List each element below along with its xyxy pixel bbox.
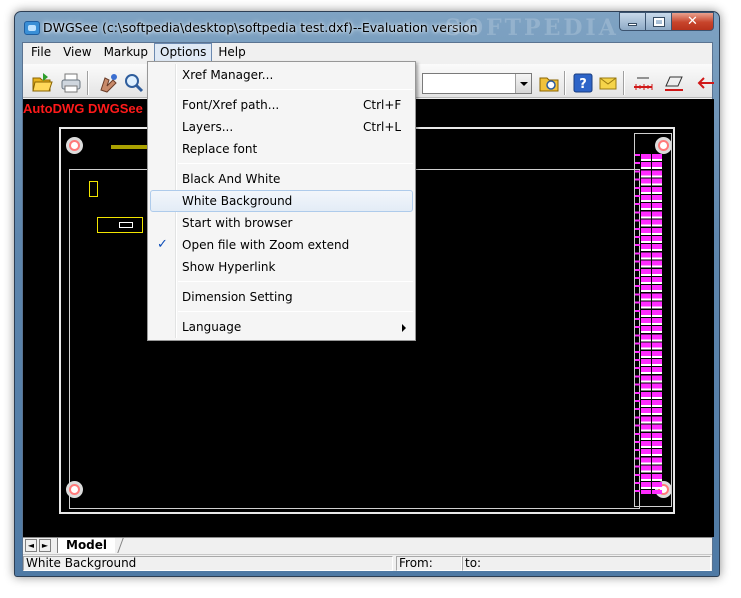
zoom-icon[interactable]	[123, 72, 145, 94]
status-message: White Background	[23, 556, 393, 571]
maximize-icon	[652, 16, 665, 27]
menu-item-replace-font[interactable]: Replace font	[150, 138, 413, 160]
svg-text:?: ?	[579, 77, 587, 92]
arrow-icon[interactable]	[694, 72, 716, 94]
brand-label: AutoDWG DWGSee	[23, 101, 143, 116]
submenu-arrow-icon	[402, 324, 406, 332]
menu-item-xref-manager[interactable]: Xref Manager...	[150, 64, 413, 86]
menu-separator	[178, 311, 413, 312]
menu-item-font-xref-path[interactable]: Font/Xref path... Ctrl+F	[150, 94, 413, 116]
status-bar: White Background From: to:	[23, 554, 712, 571]
shortcut-label: Ctrl+F	[363, 98, 402, 112]
menu-markup[interactable]: Markup	[98, 43, 154, 62]
toolbar-separator	[87, 71, 89, 95]
connector-pin-tags	[635, 154, 640, 494]
window-controls: ✕	[619, 12, 714, 31]
menu-item-show-hyperlink[interactable]: Show Hyperlink	[150, 256, 413, 278]
help-icon[interactable]: ?	[572, 72, 594, 94]
menu-item-layers[interactable]: Layers... Ctrl+L	[150, 116, 413, 138]
menu-help[interactable]: Help	[212, 43, 251, 62]
menu-item-language[interactable]: Language	[150, 316, 413, 338]
dimension-icon[interactable]	[663, 72, 685, 94]
connector-pin-column	[641, 154, 651, 494]
folder-browse-icon[interactable]	[538, 72, 560, 94]
menu-separator	[178, 163, 413, 164]
minimize-button[interactable]	[619, 12, 645, 31]
fuse-body	[119, 222, 133, 228]
minimize-icon	[628, 23, 637, 26]
layout-tab-bar: ◄ ► Model	[23, 537, 712, 553]
markup-hand-icon[interactable]	[97, 72, 119, 94]
title-bar[interactable]: DWGSee (c:\softpedia\desktop\softpedia t…	[15, 12, 719, 44]
connector-pin-column	[652, 154, 662, 494]
tab-prev-button[interactable]: ◄	[25, 539, 37, 552]
close-icon: ✕	[687, 14, 698, 29]
connector-header	[634, 133, 672, 507]
menu-view[interactable]: View	[57, 43, 97, 62]
menu-separator	[178, 281, 413, 282]
menu-item-dimension-setting[interactable]: Dimension Setting	[150, 286, 413, 308]
checkmark-icon: ✓	[157, 237, 168, 252]
print-icon[interactable]	[60, 72, 82, 94]
toolbar-separator	[564, 71, 566, 95]
menu-separator	[178, 89, 413, 90]
board-title-label	[111, 145, 151, 149]
shortcut-label: Ctrl+L	[363, 120, 402, 134]
menu-item-black-and-white[interactable]: Black And White	[150, 168, 413, 190]
maximize-button[interactable]	[645, 12, 671, 31]
toolbar-separator	[623, 71, 625, 95]
tab-next-button[interactable]: ►	[39, 539, 51, 552]
mounting-hole	[66, 481, 83, 498]
app-icon[interactable]	[24, 21, 40, 35]
close-button[interactable]: ✕	[671, 12, 714, 31]
status-to: to:	[462, 556, 711, 571]
mounting-hole	[66, 137, 83, 154]
chevron-down-icon[interactable]	[515, 74, 531, 93]
window-title: DWGSee (c:\softpedia\desktop\softpedia t…	[43, 20, 478, 35]
open-folder-icon[interactable]	[31, 72, 53, 94]
component-c1	[89, 181, 98, 197]
watermark: SOFTPEDIA	[445, 15, 619, 41]
menu-item-white-background[interactable]: White Background	[150, 190, 413, 212]
menu-options[interactable]: Options	[154, 43, 213, 62]
menu-bar: File View Markup Options Help	[23, 43, 712, 63]
tab-model[interactable]: Model	[57, 538, 116, 553]
layout-select[interactable]	[422, 73, 532, 94]
email-icon[interactable]	[597, 72, 619, 94]
measure-icon[interactable]	[632, 72, 654, 94]
status-from: From:	[396, 556, 462, 571]
menu-item-start-with-browser[interactable]: Start with browser	[150, 212, 413, 234]
menu-item-zoom-extend[interactable]: ✓ Open file with Zoom extend	[150, 234, 413, 256]
menu-file[interactable]: File	[25, 43, 57, 62]
options-dropdown-menu: Xref Manager... Font/Xref path... Ctrl+F…	[147, 61, 416, 341]
